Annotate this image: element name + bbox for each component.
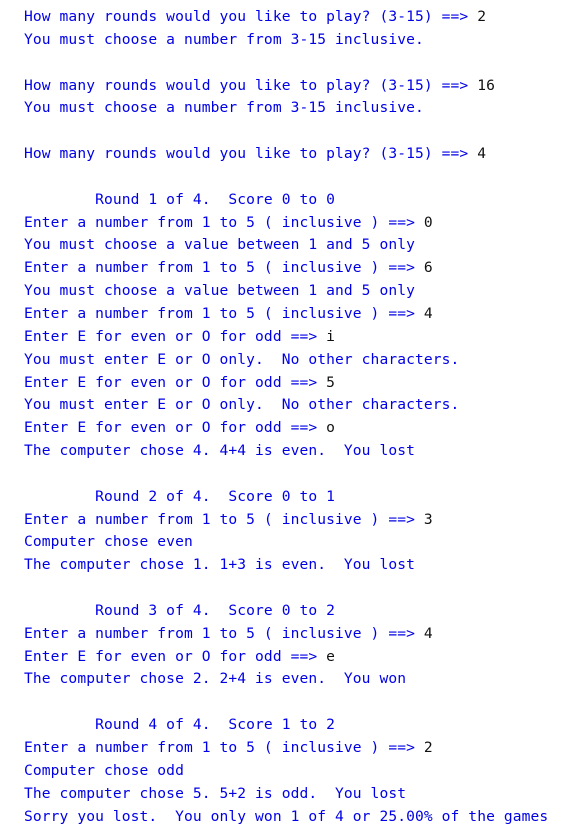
user-input: 0 [423, 213, 433, 231]
prompt-text: How many rounds would you like to play? … [24, 8, 478, 25]
prompt-line: Enter E for even or O for odd ==> e [24, 646, 548, 669]
round-header-text: Round 1 of 4. Score 0 to 0 [24, 190, 336, 208]
round-header: Round 4 of 4. Score 1 to 2 [24, 714, 548, 737]
user-input: e [326, 647, 336, 665]
output-text: Sorry you lost. You only won 1 of 4 or 2… [24, 807, 549, 825]
output-line: You must choose a value between 1 and 5 … [24, 234, 548, 257]
output-text: You must choose a number from 3-15 inclu… [24, 99, 424, 117]
output-line: You must choose a value between 1 and 5 … [24, 280, 548, 303]
prompt-line: Enter E for even or O for odd ==> o [24, 417, 548, 440]
prompt-line: Enter a number from 1 to 5 ( inclusive )… [24, 737, 548, 760]
prompt-text: How many rounds would you like to play? … [24, 145, 478, 163]
output-text: The computer chose 1. 1+3 is even. You l… [24, 556, 415, 574]
output-line: You must enter E or O only. No other cha… [24, 394, 548, 417]
prompt-line: How many rounds would you like to play? … [24, 143, 548, 166]
output-line: You must enter E or O only. No other cha… [24, 349, 548, 372]
output-text: Computer chose even [24, 533, 193, 551]
round-header-text: Round 3 of 4. Score 0 to 2 [24, 601, 336, 619]
user-input: 3 [423, 510, 433, 528]
output-line: You must choose a number from 3-15 inclu… [24, 97, 548, 120]
output-text: The computer chose 2. 2+4 is even. You w… [24, 670, 407, 688]
prompt-line: How many rounds would you like to play? … [24, 75, 548, 98]
prompt-text: How many rounds would you like to play? … [24, 76, 478, 94]
prompt-text: Enter a number from 1 to 5 ( inclusive )… [24, 624, 424, 642]
prompt-text: Enter E for even or O for odd ==> [24, 327, 327, 345]
user-input: 16 [477, 76, 495, 94]
output-text: Computer chose odd [24, 761, 184, 779]
output-line: You must choose a number from 3-15 inclu… [24, 29, 548, 52]
prompt-line: Enter E for even or O for odd ==> i [24, 326, 548, 349]
prompt-line: Enter a number from 1 to 5 ( inclusive )… [24, 509, 548, 532]
user-input: 2 [423, 739, 433, 756]
prompt-line: Enter a number from 1 to 5 ( inclusive )… [24, 257, 548, 280]
user-input: o [326, 419, 336, 437]
round-header: Round 1 of 4. Score 0 to 0 [24, 189, 548, 212]
output-line: Computer chose odd [24, 760, 548, 783]
round-header-text: Round 2 of 4. Score 0 to 1 [24, 487, 336, 505]
output-line: The computer chose 2. 2+4 is even. You w… [24, 668, 548, 691]
prompt-line: Enter a number from 1 to 5 ( inclusive )… [24, 623, 548, 646]
prompt-text: Enter a number from 1 to 5 ( inclusive )… [24, 739, 424, 756]
prompt-text: Enter a number from 1 to 5 ( inclusive )… [24, 304, 424, 322]
prompt-text: Enter a number from 1 to 5 ( inclusive )… [24, 510, 424, 528]
prompt-text: Enter a number from 1 to 5 ( inclusive )… [24, 213, 424, 231]
user-input: 6 [423, 259, 433, 277]
output-line: Sorry you lost. You only won 1 of 4 or 2… [24, 806, 548, 829]
output-text: You must enter E or O only. No other cha… [24, 396, 460, 414]
round-header: Round 2 of 4. Score 0 to 1 [24, 486, 548, 509]
prompt-text: Enter E for even or O for odd ==> [24, 647, 327, 665]
output-line: The computer chose 1. 1+3 is even. You l… [24, 554, 548, 577]
prompt-text: Enter a number from 1 to 5 ( inclusive )… [24, 259, 424, 277]
prompt-line: Enter a number from 1 to 5 ( inclusive )… [24, 212, 548, 235]
round-header-text: Round 4 of 4. Score 1 to 2 [24, 716, 336, 734]
output-text: You must enter E or O only. No other cha… [24, 350, 460, 368]
console-output: How many rounds would you like to play? … [24, 6, 548, 828]
prompt-line: Enter a number from 1 to 5 ( inclusive )… [24, 303, 548, 326]
prompt-line: How many rounds would you like to play? … [24, 6, 548, 29]
output-line: The computer chose 5. 5+2 is odd. You lo… [24, 783, 548, 806]
prompt-text: Enter E for even or O for odd ==> [24, 419, 327, 437]
user-input: 4 [423, 624, 433, 642]
prompt-text: Enter E for even or O for odd ==> [24, 373, 327, 391]
user-input: 4 [423, 304, 433, 322]
user-input: i [326, 327, 336, 345]
user-input: 4 [477, 145, 487, 163]
output-text: The computer chose 5. 5+2 is odd. You lo… [24, 784, 407, 802]
round-header: Round 3 of 4. Score 0 to 2 [24, 600, 548, 623]
user-input: 5 [326, 373, 336, 391]
output-text: The computer chose 4. 4+4 is even. You l… [24, 442, 415, 460]
output-line: The computer chose 4. 4+4 is even. You l… [24, 440, 548, 463]
prompt-line: Enter E for even or O for odd ==> 5 [24, 372, 548, 395]
output-line: Computer chose even [24, 531, 548, 554]
user-input: 2 [477, 8, 487, 25]
output-text: You must choose a value between 1 and 5 … [24, 282, 415, 300]
output-text: You must choose a number from 3-15 inclu… [24, 30, 424, 48]
output-text: You must choose a value between 1 and 5 … [24, 236, 415, 254]
